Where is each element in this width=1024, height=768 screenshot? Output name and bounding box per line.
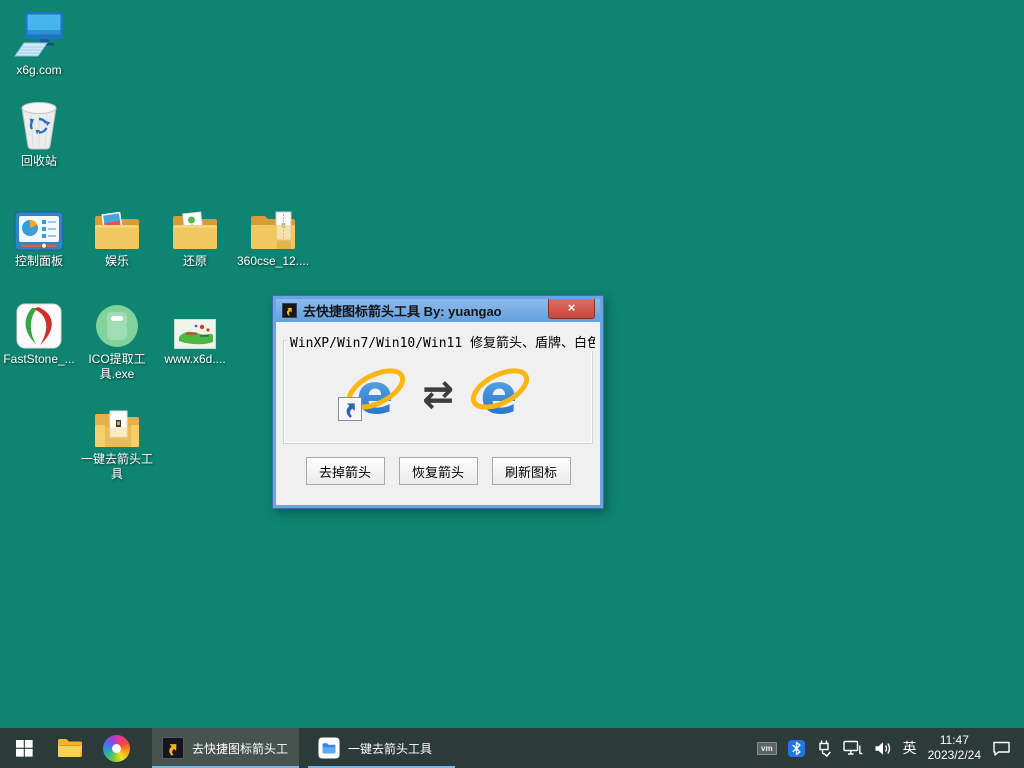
desktop-icon-label: FastStone_... (0, 352, 78, 367)
desktop-icon-recycle-bin[interactable]: 回收站 (0, 99, 78, 169)
window-title: 去快捷图标箭头工具 By: yuangao (303, 301, 502, 320)
close-button[interactable]: × (548, 299, 595, 319)
desktop-icon-label: www.x6d.... (156, 352, 234, 367)
this-pc-icon (0, 8, 78, 60)
desktop-icon-label: 还原 (156, 254, 234, 269)
desktop-icon-folder-arrow-tool[interactable]: 一键去箭头工具 (78, 397, 156, 482)
browser-button[interactable] (92, 728, 140, 768)
desktop-icon-folder-entertainment[interactable]: 娱乐 (78, 199, 156, 269)
recycle-bin-icon (0, 99, 78, 151)
window-titlebar[interactable]: 去快捷图标箭头工具 By: yuangao × (276, 299, 600, 322)
folder-icon (78, 199, 156, 251)
desktop-icon-ico-extract-tool[interactable]: ICO提取工具.exe (78, 297, 156, 382)
folder-tool-task-icon (318, 737, 340, 759)
groupbox-caption: WinXP/Win7/Win10/Win11 修复箭头、盾牌、白色小方块 (287, 332, 595, 351)
ime-language-indicator[interactable]: 英 (903, 738, 917, 758)
desktop-icon-this-pc[interactable]: x6g.com (0, 8, 78, 78)
taskbar-task-arrow-tool[interactable]: 去快捷图标箭头工... (152, 728, 299, 768)
folder-icon (156, 199, 234, 251)
usb-device-icon[interactable] (816, 739, 832, 757)
faststone-icon (0, 297, 78, 349)
desktop-icon-label: 一键去箭头工具 (78, 452, 156, 482)
system-tray: vm (757, 728, 1024, 768)
task-button-label: 一键去箭头工具 (348, 740, 432, 757)
desktop-icon-label: 360cse_12.... (234, 254, 312, 269)
windows-logo-icon (16, 740, 33, 757)
control-panel-icon (0, 199, 78, 251)
desktop-icon-label: 回收站 (0, 154, 78, 169)
taskbar-button-group: 去快捷图标箭头工... 一键去箭头工具 (152, 728, 455, 768)
action-center-icon[interactable] (992, 740, 1011, 757)
bluetooth-icon[interactable] (788, 740, 805, 757)
refresh-icons-button[interactable]: 刷新图标 (492, 457, 571, 485)
taskbar-task-folder-tool[interactable]: 一键去箭头工具 (308, 728, 455, 768)
remove-arrow-button[interactable]: 去掉箭头 (306, 457, 385, 485)
dialog-button-row: 去掉箭头 恢复箭头 刷新图标 (283, 457, 593, 485)
folder-icon (234, 199, 312, 251)
network-icon[interactable] (843, 740, 863, 756)
info-groupbox: WinXP/Win7/Win10/Win11 修复箭头、盾牌、白色小方块 e (283, 340, 593, 444)
folder-icon (78, 397, 156, 449)
taskbar: 去快捷图标箭头工... 一键去箭头工具 vm (0, 728, 1024, 768)
desktop-icon-label: x6g.com (0, 63, 78, 78)
desktop-icon-folder-360cse[interactable]: 360cse_12.... (234, 199, 312, 269)
image-thumbnail-icon (156, 297, 234, 349)
desktop-icon-label: 控制面板 (0, 254, 78, 269)
clock-time: 11:47 (928, 733, 981, 748)
desktop-icon-label: ICO提取工具.exe (78, 352, 156, 382)
desktop-icon-label: 娱乐 (78, 254, 156, 269)
desktop-icon-control-panel[interactable]: 控制面板 (0, 199, 78, 269)
icon-preview-row: e ⇄ e (284, 341, 592, 425)
shortcut-arrow-overlay-icon (338, 397, 362, 426)
taskbar-clock[interactable]: 11:47 2023/2/24 (928, 733, 981, 763)
restore-arrow-button[interactable]: 恢复箭头 (399, 457, 478, 485)
file-explorer-icon (57, 737, 83, 759)
volume-icon[interactable] (874, 741, 892, 756)
clock-date: 2023/2/24 (928, 748, 981, 763)
ie-icon-clean: e (469, 363, 531, 425)
ie-icon-with-arrow: e (345, 363, 407, 425)
task-button-label: 去快捷图标箭头工... (192, 740, 289, 757)
ico-tool-icon (78, 297, 156, 349)
window-app-icon (282, 303, 297, 318)
arrow-tool-window: 去快捷图标箭头工具 By: yuangao × WinXP/Win7/Win10… (273, 296, 603, 508)
file-explorer-button[interactable] (48, 728, 92, 768)
window-client-area: WinXP/Win7/Win10/Win11 修复箭头、盾牌、白色小方块 e (276, 322, 600, 485)
arrow-tool-task-icon (162, 737, 184, 759)
browser-pinwheel-icon (103, 735, 130, 762)
desktop-icon-image-www-x6d[interactable]: www.x6d.... (156, 297, 234, 367)
vmware-tray-icon[interactable]: vm (757, 742, 777, 755)
swap-arrows-icon: ⇄ (422, 375, 454, 413)
desktop-icon-faststone[interactable]: FastStone_... (0, 297, 78, 367)
desktop-icon-folder-restore[interactable]: 还原 (156, 199, 234, 269)
start-button[interactable] (0, 728, 48, 768)
